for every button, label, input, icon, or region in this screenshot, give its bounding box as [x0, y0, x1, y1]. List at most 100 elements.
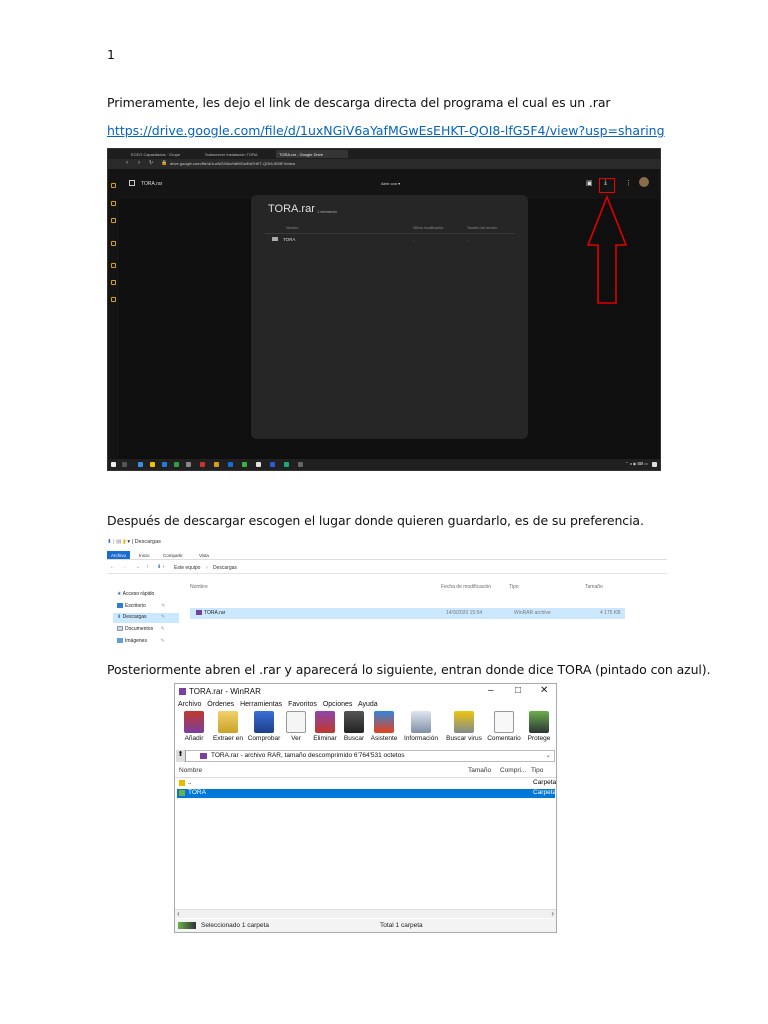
menu-archivo[interactable]: Archivo [178, 701, 201, 708]
scroll-right-icon[interactable]: › [551, 909, 554, 918]
menu-ordenes[interactable]: Órdenes [207, 701, 234, 708]
taskbar-app-icon[interactable] [284, 462, 289, 467]
quick-access-icon[interactable]: ⬇ [107, 539, 112, 545]
col-tamano[interactable]: Tamaño [585, 584, 603, 590]
col-comprimido[interactable]: Compri... [500, 767, 526, 774]
browser-tab[interactable]: ECEG Capacitados · Drupe [128, 150, 198, 158]
forward-icon[interactable]: → [122, 564, 127, 570]
ribbon-tab-inicio[interactable]: Inicio [135, 551, 154, 559]
pin-icon[interactable]: ✎ [161, 603, 165, 609]
tree-item-escritorio[interactable]: Escritorio ✎ [117, 603, 165, 609]
more-options-icon[interactable]: ⋮ [625, 179, 632, 187]
archive-row[interactable]: TORA [272, 237, 295, 242]
menu-ayuda[interactable]: Ayuda [358, 701, 378, 708]
search-icon[interactable] [122, 462, 127, 467]
taskbar-app-icon[interactable] [150, 462, 155, 467]
add-button[interactable]: Añadir [179, 711, 209, 742]
breadcrumb-item[interactable]: Este equipo [174, 565, 200, 571]
maximize-icon[interactable]: □ [515, 685, 521, 696]
col-fecha[interactable]: Fecha de modificación [441, 584, 491, 590]
avatar[interactable] [639, 177, 649, 187]
forward-icon[interactable]: › [138, 160, 140, 166]
test-button[interactable]: Comprobar [247, 711, 281, 742]
horizontal-scrollbar[interactable]: ‹ › [175, 909, 556, 918]
winrar-menu-bar: Archivo Órdenes Herramientas Favoritos O… [178, 701, 382, 708]
up-icon[interactable]: ↑ [146, 564, 149, 570]
taskbar-app-icon[interactable] [174, 462, 179, 467]
taskbar-app-icon[interactable] [186, 462, 191, 467]
menu-favoritos[interactable]: Favoritos [288, 701, 317, 708]
chevron-down-icon[interactable]: ⌄ [546, 751, 551, 759]
taskbar-app-icon[interactable] [200, 462, 205, 467]
breadcrumb-item[interactable]: Descargas [213, 565, 237, 571]
tree-item-descargas[interactable]: ⬇ Descargas ✎ [117, 614, 165, 620]
taskbar-app-icon[interactable] [256, 462, 261, 467]
system-tray[interactable]: ⌃ ◂ ◉ ⌨ ▭ [625, 461, 648, 466]
virus-scan-button[interactable]: Buscar virus [443, 711, 485, 742]
taskbar-app-icon[interactable] [228, 462, 233, 467]
col-nombre[interactable]: Nombre [179, 767, 202, 774]
col-tipo[interactable]: Tipo [509, 584, 519, 590]
sidebar-icon[interactable] [111, 241, 116, 246]
drive-file-name: TORA.rar [141, 181, 163, 187]
minimize-icon[interactable]: – [488, 685, 494, 696]
list-item-parent[interactable]: .. Carpeta [177, 779, 556, 788]
chevron-down-icon[interactable]: ⌄ [136, 564, 140, 570]
pin-icon[interactable]: ✎ [161, 614, 165, 620]
sidebar-icon[interactable] [111, 201, 116, 206]
taskbar-app-icon[interactable] [162, 462, 167, 467]
pin-icon[interactable]: ✎ [160, 638, 164, 644]
browser-tab-active[interactable]: TORA.rar - Google Drive [276, 150, 348, 158]
status-right: Total 1 carpeta [380, 922, 423, 929]
ribbon-tab-archivo[interactable]: Archivo [107, 551, 131, 559]
extract-button[interactable]: Extraer en [209, 711, 247, 742]
tree-item-documentos[interactable]: Documentos ✎ [117, 626, 165, 632]
col-tipo[interactable]: Tipo [531, 767, 543, 774]
start-icon[interactable] [111, 462, 116, 467]
sidebar-icon[interactable] [111, 297, 116, 302]
taskbar-app-icon[interactable] [242, 462, 247, 467]
reload-icon[interactable]: ↻ [149, 160, 153, 166]
ribbon-tab-vista[interactable]: Vista [195, 551, 213, 559]
sidebar-icon[interactable] [111, 183, 116, 188]
open-with-button[interactable]: Abrir con ▾ [381, 181, 400, 186]
file-row-tora[interactable]: TORA.rar 14/9/2020 15:54 WinRAR archive … [190, 608, 625, 619]
comment-icon[interactable]: ▣ [586, 179, 593, 187]
find-button[interactable]: Buscar [341, 711, 367, 742]
browser-tab[interactable]: Subscrever Instalación TORA [202, 150, 272, 158]
taskbar-app-icon[interactable] [270, 462, 275, 467]
col-nombre[interactable]: Nombre [190, 584, 208, 590]
view-button[interactable]: Ver [283, 711, 309, 742]
url-text[interactable]: drive.google.com/file/d/1uxNGiV6aYafMGwE… [170, 161, 295, 166]
delete-button[interactable]: Eliminar [309, 711, 341, 742]
address-bar[interactable]: ‹ › ↻ 🔒 drive.google.com/file/d/1uxNGiV6… [108, 159, 660, 169]
archive-path-bar[interactable]: ⬆ TORA.rar - archivo RAR, tamaño descomp… [176, 750, 555, 762]
tree-item-acceso-rapido[interactable]: ★ Acceso rápido [117, 591, 154, 597]
close-icon[interactable]: ✕ [540, 685, 548, 696]
list-item-tora[interactable]: TORA Carpeta [177, 789, 556, 798]
menu-herramientas[interactable]: Herramientas [240, 701, 282, 708]
protect-button[interactable]: Protege [523, 711, 555, 742]
back-icon[interactable]: ‹ [126, 160, 128, 166]
back-icon[interactable]: ← [110, 564, 115, 570]
info-button[interactable]: Información [401, 711, 441, 742]
tree-item-imagenes[interactable]: Imágenes ✎ [117, 638, 165, 644]
taskbar-app-icon[interactable] [298, 462, 303, 467]
up-folder-icon[interactable]: ⬆ [176, 750, 186, 762]
notifications-icon[interactable] [652, 462, 657, 467]
sidebar-icon[interactable] [111, 280, 116, 285]
col-tamano[interactable]: Tamaño [468, 767, 491, 774]
sidebar-icon[interactable] [111, 218, 116, 223]
winrar-app-icon [179, 688, 186, 695]
menu-opciones[interactable]: Opciones [323, 701, 353, 708]
pin-icon[interactable]: ✎ [160, 626, 164, 632]
scroll-left-icon[interactable]: ‹ [177, 909, 180, 918]
comment-button[interactable]: Comentario [485, 711, 523, 742]
taskbar-app-icon[interactable] [214, 462, 219, 467]
sidebar-icon[interactable] [111, 263, 116, 268]
wizard-button[interactable]: Asistente [367, 711, 401, 742]
open-rar-paragraph: Posteriormente abren el .rar y aparecerá… [107, 662, 711, 677]
drive-download-link[interactable]: https://drive.google.com/file/d/1uxNGiV6… [107, 123, 665, 138]
taskbar-app-icon[interactable] [138, 462, 143, 467]
ribbon-tab-compartir[interactable]: Compartir [159, 551, 187, 559]
